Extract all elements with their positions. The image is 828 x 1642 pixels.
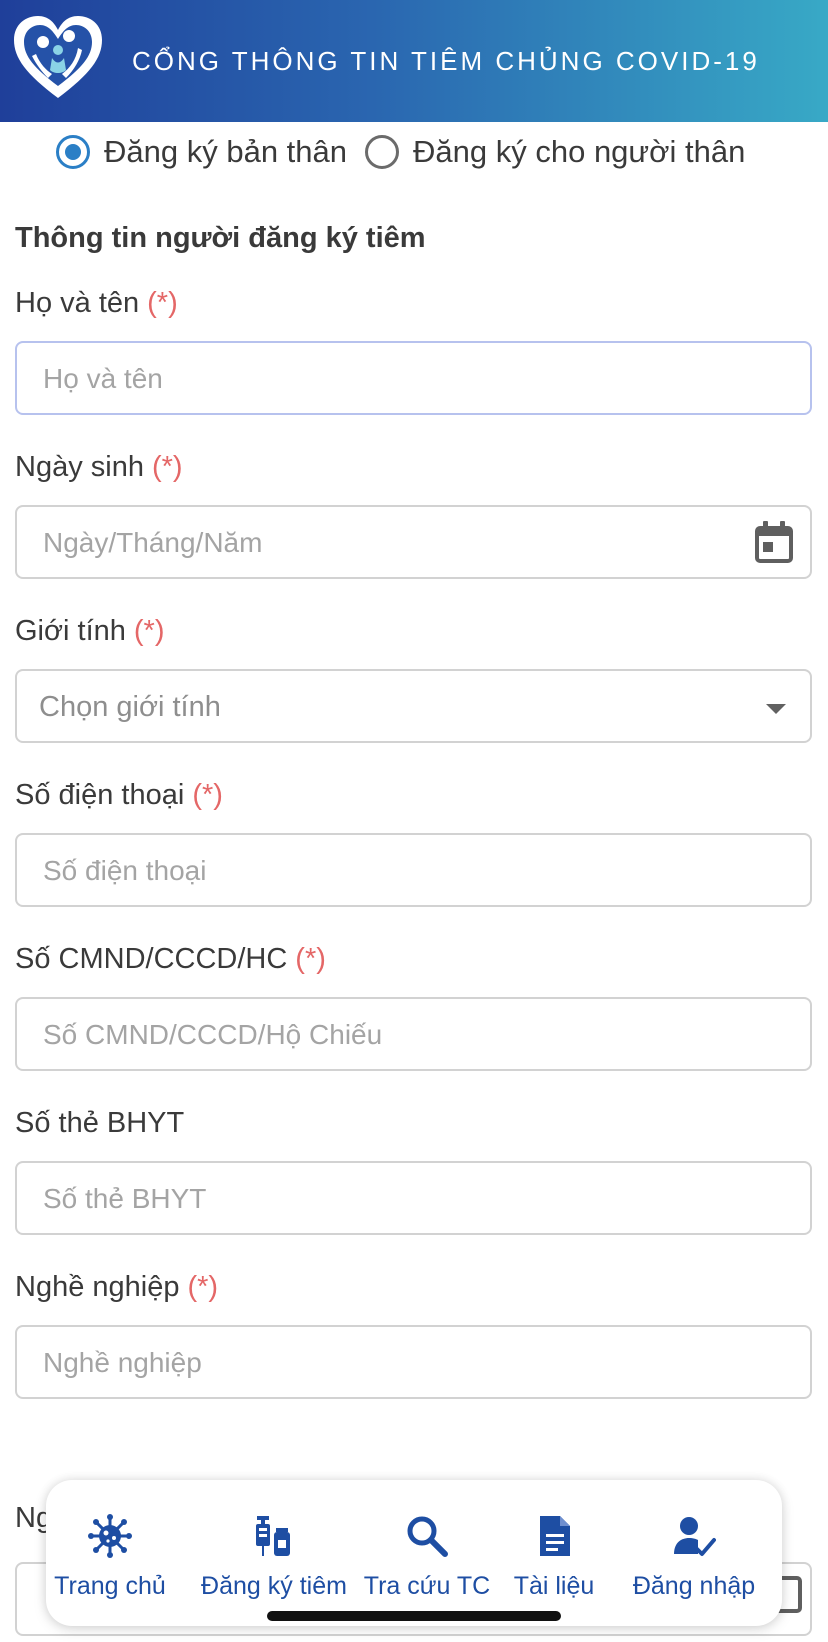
dob-field[interactable] (15, 505, 812, 579)
register-relative-option[interactable]: Đăng ký cho người thân (365, 134, 745, 170)
phone-label-text: Số điện thoại (15, 779, 185, 811)
search-icon[interactable] (405, 1514, 449, 1558)
required-mark: (*) (133, 615, 165, 647)
calendar-icon[interactable] (754, 520, 794, 564)
radio-selected-icon[interactable] (56, 135, 90, 169)
nav-label-home[interactable]: Trang chủ (46, 1572, 174, 1601)
register-self-option[interactable]: Đăng ký bản thân (56, 134, 347, 170)
section-title: Thông tin người đăng ký tiêm (15, 222, 426, 254)
dob-label: Ngày sinh (*) (15, 451, 183, 484)
register-relative-label[interactable]: Đăng ký cho người thân (413, 134, 745, 170)
nav-item-home[interactable]: Trang chủ (46, 1480, 174, 1626)
full-name-field[interactable] (15, 341, 812, 415)
id-number-label-text: Số CMND/CCCD/HC (15, 943, 288, 975)
occupation-label-text: Nghề nghiệp (15, 1271, 180, 1303)
document-icon[interactable] (532, 1514, 576, 1558)
phone-label: Số điện thoại (*) (15, 779, 223, 812)
required-mark: (*) (295, 943, 326, 975)
header-title: CỔNG THÔNG TIN TIÊM CHỦNG COVID-19 (132, 46, 760, 76)
occupation-input[interactable] (41, 1327, 745, 1399)
required-mark: (*) (151, 451, 183, 483)
gender-label: Giới tính (*) (15, 615, 165, 648)
full-name-label: Họ và tên (*) (15, 287, 178, 320)
radio-unselected-icon[interactable] (365, 135, 400, 169)
app-header: CỔNG THÔNG TIN TIÊM CHỦNG COVID-19 (0, 0, 828, 122)
id-number-field[interactable] (15, 997, 812, 1071)
full-name-label-text: Họ và tên (15, 287, 140, 319)
occupation-field[interactable] (15, 1325, 812, 1399)
nav-label-documents[interactable]: Tài liệu (500, 1572, 608, 1601)
phone-input[interactable] (41, 835, 745, 907)
nav-item-lookup[interactable]: Tra cứu TC (362, 1480, 492, 1626)
insurance-input[interactable] (41, 1163, 745, 1235)
heart-family-logo-icon[interactable] (12, 14, 104, 102)
caret-down-icon[interactable] (766, 704, 786, 714)
register-mode-group: Đăng ký bản thân Đăng ký cho người thân (56, 128, 763, 176)
user-check-icon[interactable] (672, 1514, 716, 1558)
gender-select-value[interactable]: Chọn giới tính (39, 691, 221, 724)
insurance-label-text: Số thẻ BHYT (15, 1107, 185, 1139)
nav-item-documents[interactable]: Tài liệu (500, 1480, 608, 1626)
required-mark: (*) (187, 1271, 219, 1303)
required-mark: (*) (192, 779, 223, 811)
virus-icon[interactable] (88, 1514, 132, 1558)
nav-label-register[interactable]: Đăng ký tiêm (192, 1572, 356, 1601)
vaccine-icon[interactable] (252, 1514, 296, 1558)
phone-field[interactable] (15, 833, 812, 907)
required-mark: (*) (147, 287, 178, 319)
insurance-label: Số thẻ BHYT (15, 1107, 184, 1140)
insurance-field[interactable] (15, 1161, 812, 1235)
nav-label-lookup[interactable]: Tra cứu TC (362, 1572, 492, 1601)
nav-label-login[interactable]: Đăng nhập (612, 1572, 776, 1601)
nav-item-login[interactable]: Đăng nhập (612, 1480, 776, 1626)
nav-item-register[interactable]: Đăng ký tiêm (192, 1480, 356, 1626)
gender-label-text: Giới tính (15, 615, 126, 647)
id-number-input[interactable] (41, 999, 745, 1071)
occupation-label: Nghề nghiệp (*) (15, 1271, 218, 1304)
bottom-nav: Trang chủ Đăng ký tiêm Tra cứu TC Tài li… (46, 1480, 782, 1626)
dob-label-text: Ngày sinh (15, 451, 144, 483)
full-name-input[interactable] (41, 343, 745, 415)
register-self-label[interactable]: Đăng ký bản thân (104, 134, 347, 170)
id-number-label: Số CMND/CCCD/HC (*) (15, 943, 326, 976)
home-indicator[interactable] (267, 1611, 561, 1621)
dob-input[interactable] (41, 507, 745, 579)
gender-select[interactable]: Chọn giới tính (15, 669, 812, 743)
